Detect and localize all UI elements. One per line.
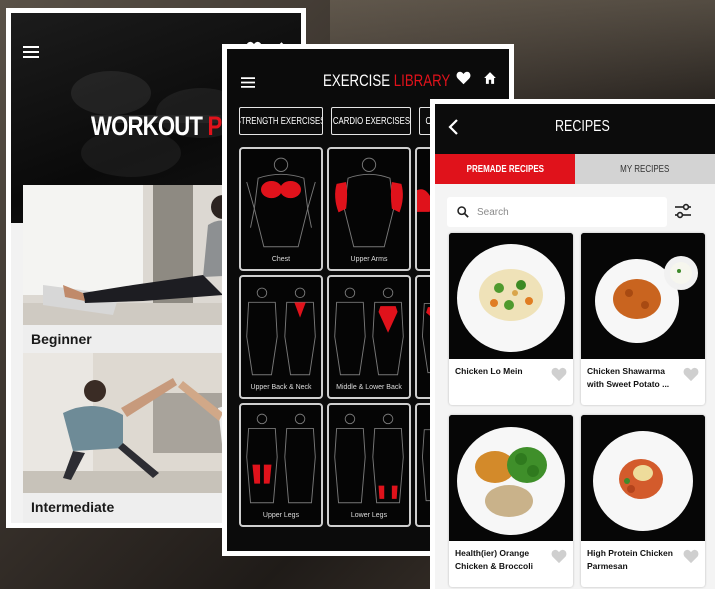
tab-premade-recipes[interactable]: PREMADE RECIPES	[435, 154, 575, 184]
muscle-label: Chest	[271, 256, 291, 263]
lower-back-figure	[334, 287, 404, 376]
muscle-tile-middle-lower-back[interactable]: Middle & Lower Back	[327, 275, 411, 399]
search-icon	[457, 203, 469, 222]
recipe-card-chicken-shawarma[interactable]: Chicken Shawarma with Sweet Potato ...	[581, 233, 705, 405]
chest-figure	[246, 157, 316, 248]
filter-icon[interactable]	[673, 201, 693, 225]
recipe-photo	[581, 233, 705, 359]
tab-strength-exercises[interactable]: STRENGTH EXERCISES	[239, 107, 323, 135]
upper-arms-figure	[335, 157, 403, 248]
heart-icon[interactable]	[456, 71, 471, 85]
tab-cardio-exercises[interactable]: CARDIO EXERCISES	[331, 107, 411, 135]
muscle-label: Upper Legs	[262, 512, 300, 519]
upper-back-figure	[246, 287, 316, 376]
muscle-tile-upper-back-neck[interactable]: Upper Back & Neck	[239, 275, 323, 399]
menu-icon[interactable]	[23, 43, 39, 62]
heart-outline-icon[interactable]	[683, 367, 699, 386]
lower-legs-figure	[334, 413, 404, 504]
card-label: Beginner	[31, 331, 92, 347]
page-title: RECIPES	[555, 118, 610, 135]
title-white: EXERCISE	[323, 71, 391, 90]
search-input[interactable]: Search	[447, 197, 667, 227]
heart-outline-icon[interactable]	[551, 367, 567, 386]
search-placeholder: Search	[477, 206, 509, 218]
muscle-tile-upper-legs[interactable]: Upper Legs	[239, 403, 323, 527]
card-label: Intermediate	[31, 499, 115, 515]
upper-legs-figure	[246, 413, 316, 504]
muscle-label: Upper Arms	[350, 256, 388, 263]
recipe-name: High Protein Chicken Parmesan	[587, 548, 673, 571]
muscle-label: Middle & Lower Back	[336, 384, 402, 391]
recipe-card-chicken-lo-mein[interactable]: Chicken Lo Mein	[449, 233, 573, 405]
recipes-header: RECIPES	[435, 104, 715, 154]
back-icon[interactable]	[447, 118, 459, 140]
recipe-name: Health(ier) Orange Chicken & Broccoli	[455, 548, 533, 571]
recipe-name: Chicken Lo Mein	[455, 366, 523, 376]
recipes-screen: RECIPES PREMADE RECIPES MY RECIPES Searc…	[430, 99, 715, 589]
recipe-photo	[581, 415, 705, 541]
recipe-photo	[449, 415, 573, 541]
home-icon[interactable]	[483, 71, 497, 85]
muscle-label: Lower Legs	[350, 512, 388, 519]
title-red: LIBRARY	[393, 71, 451, 90]
muscle-label: Upper Back & Neck	[250, 384, 312, 391]
heart-outline-icon[interactable]	[551, 549, 567, 568]
heart-outline-icon[interactable]	[683, 549, 699, 568]
recipe-card-chicken-parmesan[interactable]: High Protein Chicken Parmesan	[581, 415, 705, 587]
recipe-photo	[449, 233, 573, 359]
recipe-card-orange-chicken[interactable]: Health(ier) Orange Chicken & Broccoli	[449, 415, 573, 587]
title-white: WORKOUT	[91, 111, 203, 141]
page-title: EXERCISE LIBRARY	[323, 71, 450, 91]
tab-my-recipes[interactable]: MY RECIPES	[575, 154, 715, 184]
muscle-tile-lower-legs[interactable]: Lower Legs	[327, 403, 411, 527]
muscle-tile-chest[interactable]: Chest	[239, 147, 323, 271]
muscle-tile-upper-arms[interactable]: Upper Arms	[327, 147, 411, 271]
recipe-name: Chicken Shawarma with Sweet Potato ...	[587, 366, 670, 389]
menu-icon[interactable]	[241, 73, 255, 92]
